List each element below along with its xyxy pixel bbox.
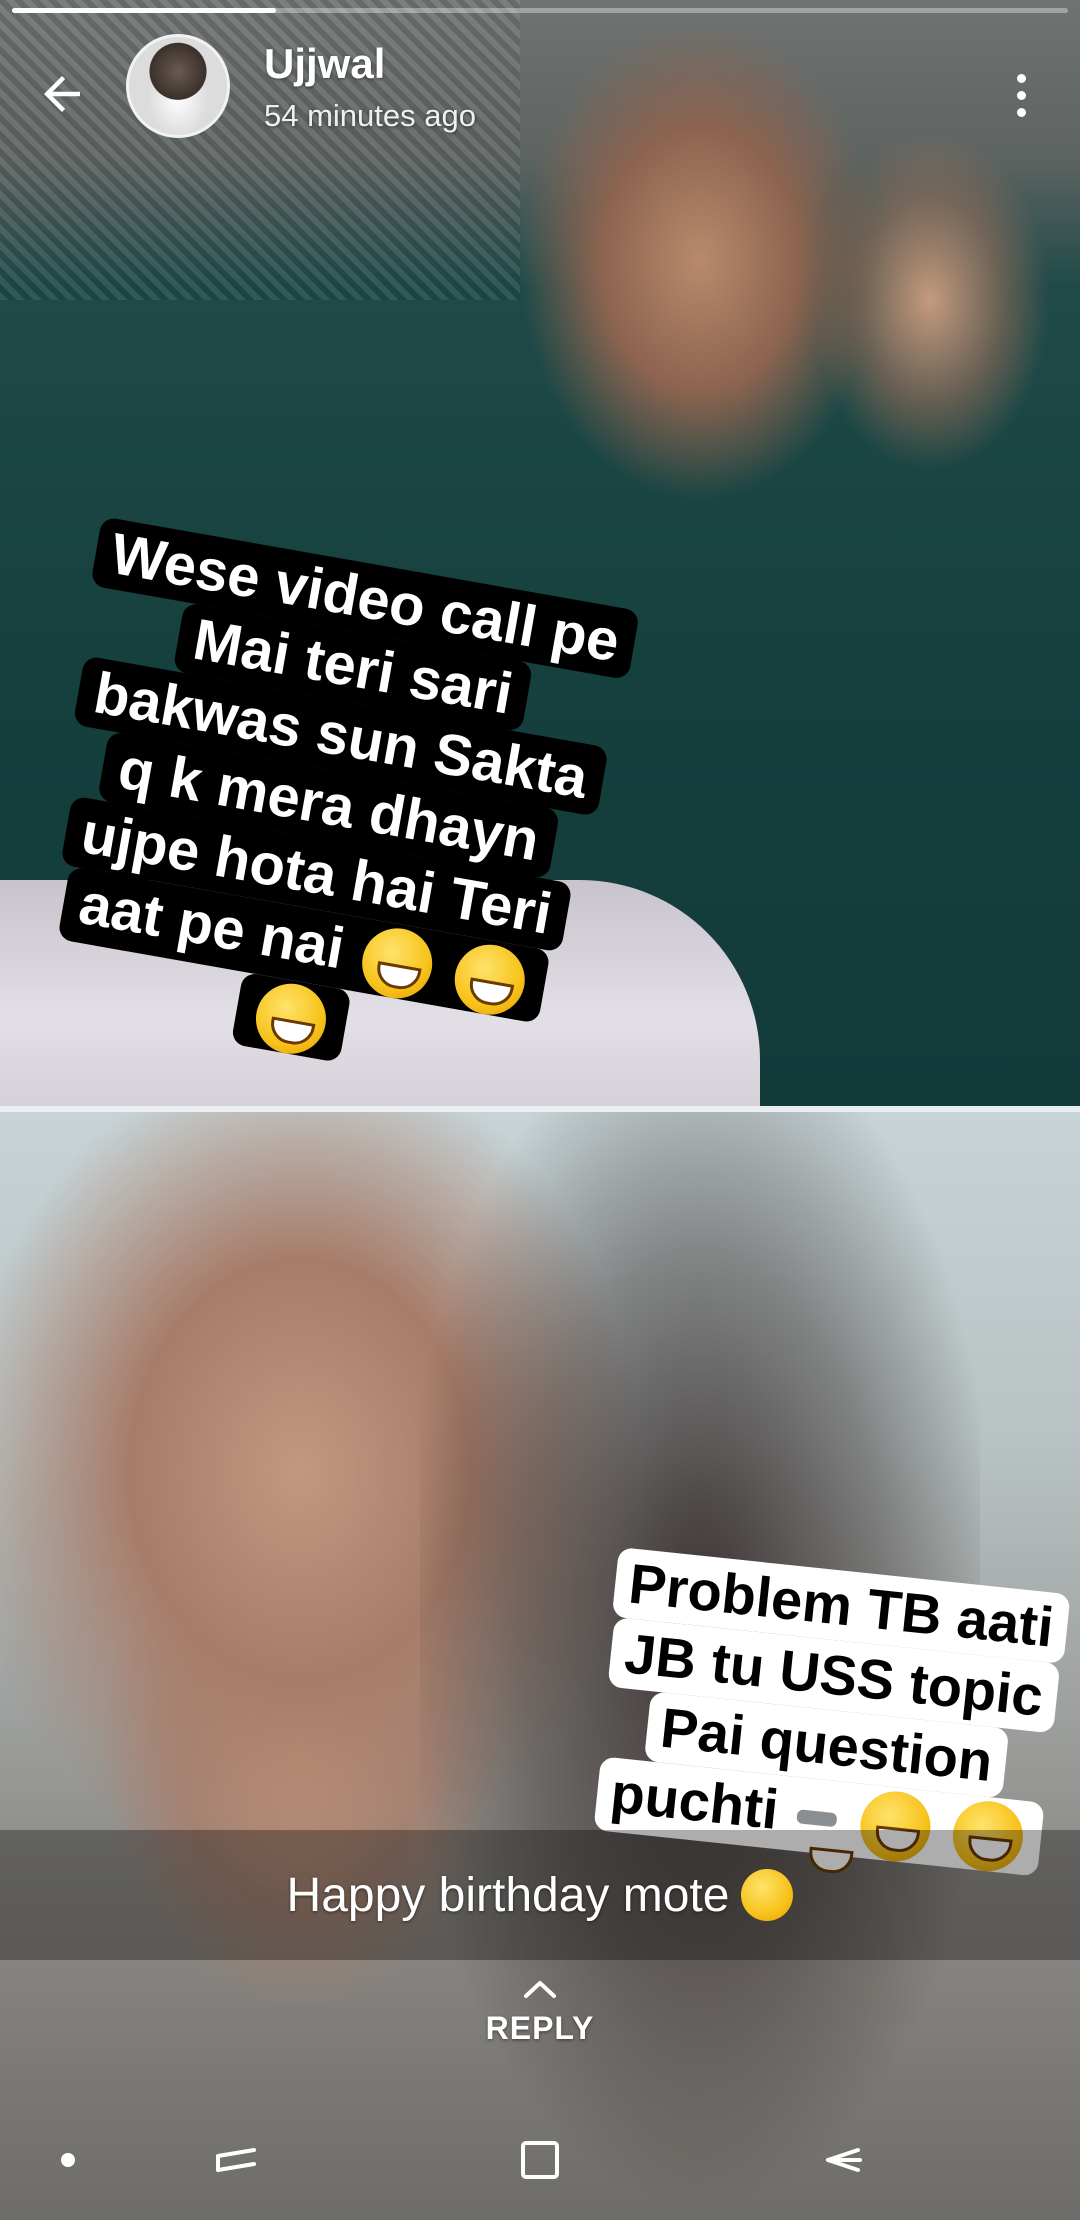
system-navigation-bar (0, 2100, 1080, 2220)
chevron-up-icon (524, 1981, 556, 1998)
grin-emoji-icon (356, 922, 438, 1004)
more-vertical-icon (1016, 73, 1026, 83)
reply-label: REPLY (485, 2010, 595, 2046)
story-header: Ujjwal 54 minutes ago (0, 26, 1080, 156)
story-screen: Wese video call pe Mai teri sari bakwas … (0, 0, 1080, 2220)
more-vertical-icon (1016, 107, 1026, 117)
smile-emoji-icon (250, 978, 332, 1060)
reply-button[interactable]: REPLY (440, 1976, 640, 2066)
more-options-button[interactable] (996, 60, 1046, 130)
crying-laugh-emoji-icon (741, 1869, 794, 1921)
story-caption-bar: Happy birthday mote (0, 1830, 1080, 1960)
knife-emoji-icon (796, 1809, 838, 1828)
photo-divider (0, 1106, 1080, 1112)
contact-name[interactable]: Ujjwal (264, 40, 385, 88)
nav-dot-indicator (28, 2130, 108, 2190)
arrow-left-icon (44, 76, 80, 112)
story-timestamp: 54 minutes ago (264, 98, 476, 133)
avatar[interactable] (126, 34, 230, 138)
back-icon (826, 2148, 862, 2172)
system-back-button[interactable] (802, 2130, 882, 2190)
back-button[interactable] (22, 54, 102, 134)
home-icon (521, 2141, 559, 2179)
sticker-line: puchti (607, 1760, 782, 1841)
dot-indicator-icon (61, 2153, 75, 2167)
story-progress-fill (12, 8, 276, 13)
grin-emoji-icon (449, 938, 531, 1020)
home-button[interactable] (500, 2130, 580, 2190)
text-sticker-top: Wese video call pe Mai teri sari bakwas … (0, 510, 676, 1107)
story-caption: Happy birthday mote (286, 1868, 730, 1922)
recent-apps-button[interactable] (196, 2130, 276, 2190)
recent-apps-icon (216, 2148, 256, 2172)
more-vertical-icon (1016, 90, 1026, 100)
